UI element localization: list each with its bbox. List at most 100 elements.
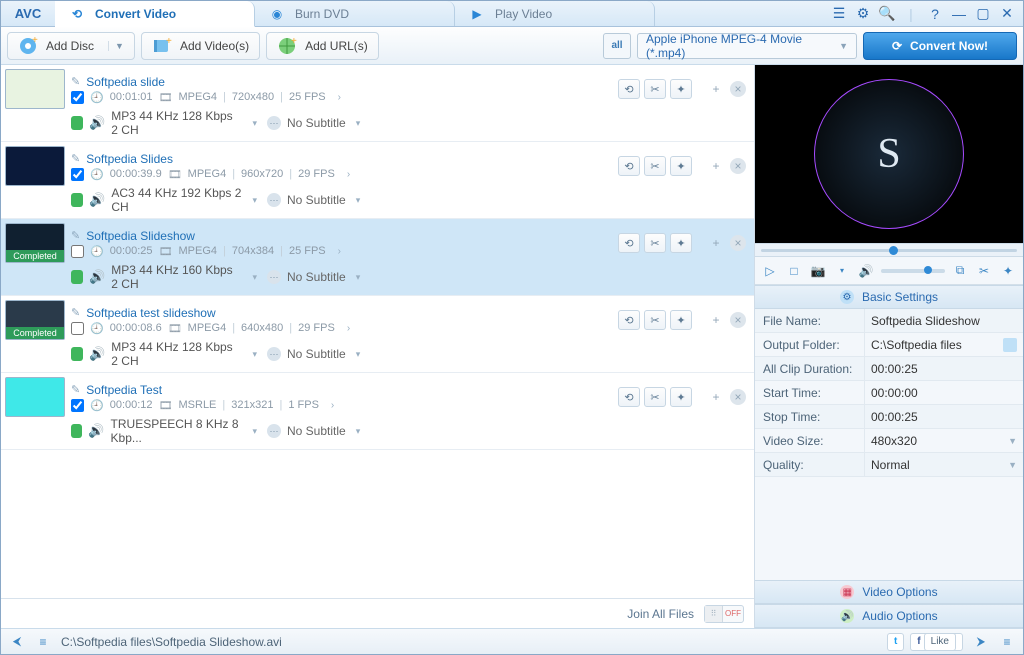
output-folder-field[interactable]: C:\Softpedia files bbox=[865, 333, 1023, 356]
close-icon[interactable]: ✕ bbox=[999, 6, 1015, 22]
file-checkbox[interactable] bbox=[71, 322, 84, 335]
file-item[interactable]: ✎Softpedia test slideshow🕘00:00:08.6🎞MPE… bbox=[1, 296, 754, 373]
minimize-icon[interactable]: — bbox=[951, 6, 967, 22]
repeat-button[interactable]: ⟲ bbox=[618, 156, 640, 176]
add-urls-button[interactable]: + Add URL(s) bbox=[266, 32, 379, 60]
quality-select[interactable]: Normal▼ bbox=[865, 453, 1023, 476]
repeat-button[interactable]: ⟲ bbox=[618, 310, 640, 330]
file-checkbox[interactable] bbox=[71, 168, 84, 181]
convert-now-button[interactable]: ⟳ Convert Now! bbox=[863, 32, 1017, 60]
seek-bar[interactable] bbox=[755, 243, 1023, 257]
stop-button[interactable]: □ bbox=[785, 262, 803, 280]
subtitle-dropdown[interactable]: ▾ bbox=[352, 195, 365, 206]
file-item[interactable]: ✎Softpedia Slideshow🕘00:00:25🎞MPEG4|704x… bbox=[1, 219, 754, 296]
add-videos-button[interactable]: + Add Video(s) bbox=[141, 32, 260, 60]
repeat-button[interactable]: ⟲ bbox=[618, 233, 640, 253]
basic-settings-header[interactable]: ⚙ Basic Settings bbox=[755, 285, 1023, 309]
audio-dropdown[interactable]: ▾ bbox=[248, 272, 261, 283]
snapshot-button[interactable]: 📷 bbox=[809, 262, 827, 280]
repeat-button[interactable]: ⟲ bbox=[618, 79, 640, 99]
cut-button[interactable]: ✂ bbox=[975, 262, 993, 280]
audio-dropdown[interactable]: ▾ bbox=[248, 118, 261, 129]
search-icon[interactable]: 🔍 bbox=[879, 6, 895, 22]
collapse-icon[interactable]: ≡ bbox=[999, 634, 1015, 650]
maximize-icon[interactable]: ▢ bbox=[975, 6, 991, 22]
add-item-button[interactable]: + bbox=[708, 81, 724, 97]
remove-item-button[interactable]: × bbox=[730, 81, 746, 97]
effects-button[interactable]: ✦ bbox=[670, 233, 692, 253]
twitter-button[interactable]: t bbox=[887, 633, 904, 651]
status-path: C:\Softpedia files\Softpedia Slideshow.a… bbox=[61, 635, 877, 649]
audio-options-header[interactable]: 🔊 Audio Options bbox=[755, 604, 1023, 628]
gear-icon[interactable]: ⚙ bbox=[855, 6, 871, 22]
join-all-files-toggle[interactable]: ⠿ OFF bbox=[704, 605, 744, 623]
subtitle-dropdown[interactable]: ▾ bbox=[352, 426, 365, 437]
clip-button[interactable]: ⧉ bbox=[951, 262, 969, 280]
remove-item-button[interactable]: × bbox=[730, 312, 746, 328]
audio-dropdown[interactable]: ▾ bbox=[248, 195, 261, 206]
edit-icon[interactable]: ✎ bbox=[71, 75, 80, 88]
next-file-button[interactable]: ⮞ bbox=[973, 634, 989, 650]
expand-icon[interactable]: › bbox=[332, 92, 347, 103]
trim-button[interactable]: ✂ bbox=[644, 233, 666, 253]
menu-icon[interactable]: ☰ bbox=[831, 6, 847, 22]
effects-button[interactable]: ✦ bbox=[670, 387, 692, 407]
facebook-like-button[interactable]: fLike bbox=[910, 633, 963, 651]
tab-play-video[interactable]: ▶ Play Video bbox=[455, 1, 655, 26]
help-icon[interactable]: ? bbox=[927, 6, 943, 22]
chevron-down-icon[interactable]: ▼ bbox=[108, 41, 124, 51]
edit-icon[interactable]: ✎ bbox=[71, 152, 80, 165]
add-item-button[interactable]: + bbox=[708, 235, 724, 251]
profile-category-button[interactable]: all bbox=[603, 33, 631, 59]
add-item-button[interactable]: + bbox=[708, 312, 724, 328]
setting-key: File Name: bbox=[755, 309, 865, 332]
add-item-button[interactable]: + bbox=[708, 389, 724, 405]
trim-button[interactable]: ✂ bbox=[644, 156, 666, 176]
file-checkbox[interactable] bbox=[71, 399, 84, 412]
tab-burn-dvd[interactable]: ◉ Burn DVD bbox=[255, 1, 455, 26]
video-options-header[interactable]: ▦ Video Options bbox=[755, 580, 1023, 604]
file-checkbox[interactable] bbox=[71, 91, 84, 104]
remove-item-button[interactable]: × bbox=[730, 389, 746, 405]
prev-file-button[interactable]: ⮜ bbox=[9, 634, 25, 650]
output-profile-select[interactable]: Apple iPhone MPEG-4 Movie (*.mp4) ▼ bbox=[637, 33, 857, 59]
file-item[interactable]: ✎Softpedia Test🕘00:00:12🎞MSRLE|321x321|1… bbox=[1, 373, 754, 450]
file-checkbox[interactable] bbox=[71, 245, 84, 258]
trim-button[interactable]: ✂ bbox=[644, 387, 666, 407]
add-disc-button[interactable]: + Add Disc ▼ bbox=[7, 32, 135, 60]
edit-icon[interactable]: ✎ bbox=[71, 306, 80, 319]
play-button[interactable]: ▷ bbox=[761, 262, 779, 280]
expand-icon[interactable]: › bbox=[341, 323, 356, 334]
effects-button[interactable]: ✦ bbox=[670, 156, 692, 176]
stop-time-field[interactable]: 00:00:25 bbox=[865, 405, 1023, 428]
mute-button[interactable]: 🔊 bbox=[857, 262, 875, 280]
add-item-button[interactable]: + bbox=[708, 158, 724, 174]
effects-button[interactable]: ✦ bbox=[670, 310, 692, 330]
video-size-select[interactable]: 480x320▼ bbox=[865, 429, 1023, 452]
tab-convert-video[interactable]: ⟲ Convert Video bbox=[55, 1, 255, 27]
volume-slider[interactable] bbox=[881, 269, 945, 273]
browse-folder-icon[interactable] bbox=[1003, 338, 1017, 352]
expand-icon[interactable]: › bbox=[332, 246, 347, 257]
trim-button[interactable]: ✂ bbox=[644, 310, 666, 330]
snapshot-dropdown[interactable]: ▾ bbox=[833, 262, 851, 280]
subtitle-dropdown[interactable]: ▾ bbox=[352, 349, 365, 360]
audio-dropdown[interactable]: ▾ bbox=[248, 349, 261, 360]
remove-item-button[interactable]: × bbox=[730, 235, 746, 251]
start-time-field[interactable]: 00:00:00 bbox=[865, 381, 1023, 404]
file-item[interactable]: ✎Softpedia slide🕘00:01:01🎞MPEG4|720x480|… bbox=[1, 65, 754, 142]
subtitle-dropdown[interactable]: ▾ bbox=[352, 272, 365, 283]
effects-button[interactable]: ✦ bbox=[999, 262, 1017, 280]
edit-icon[interactable]: ✎ bbox=[71, 383, 80, 396]
file-name-field[interactable]: Softpedia Slideshow bbox=[865, 309, 1023, 332]
trim-button[interactable]: ✂ bbox=[644, 79, 666, 99]
effects-button[interactable]: ✦ bbox=[670, 79, 692, 99]
file-item[interactable]: ✎Softpedia Slides🕘00:00:39.9🎞MPEG4|960x7… bbox=[1, 142, 754, 219]
audio-dropdown[interactable]: ▾ bbox=[248, 426, 261, 437]
subtitle-dropdown[interactable]: ▾ bbox=[352, 118, 365, 129]
expand-icon[interactable]: › bbox=[325, 400, 340, 411]
repeat-button[interactable]: ⟲ bbox=[618, 387, 640, 407]
edit-icon[interactable]: ✎ bbox=[71, 229, 80, 242]
expand-icon[interactable]: › bbox=[341, 169, 356, 180]
remove-item-button[interactable]: × bbox=[730, 158, 746, 174]
